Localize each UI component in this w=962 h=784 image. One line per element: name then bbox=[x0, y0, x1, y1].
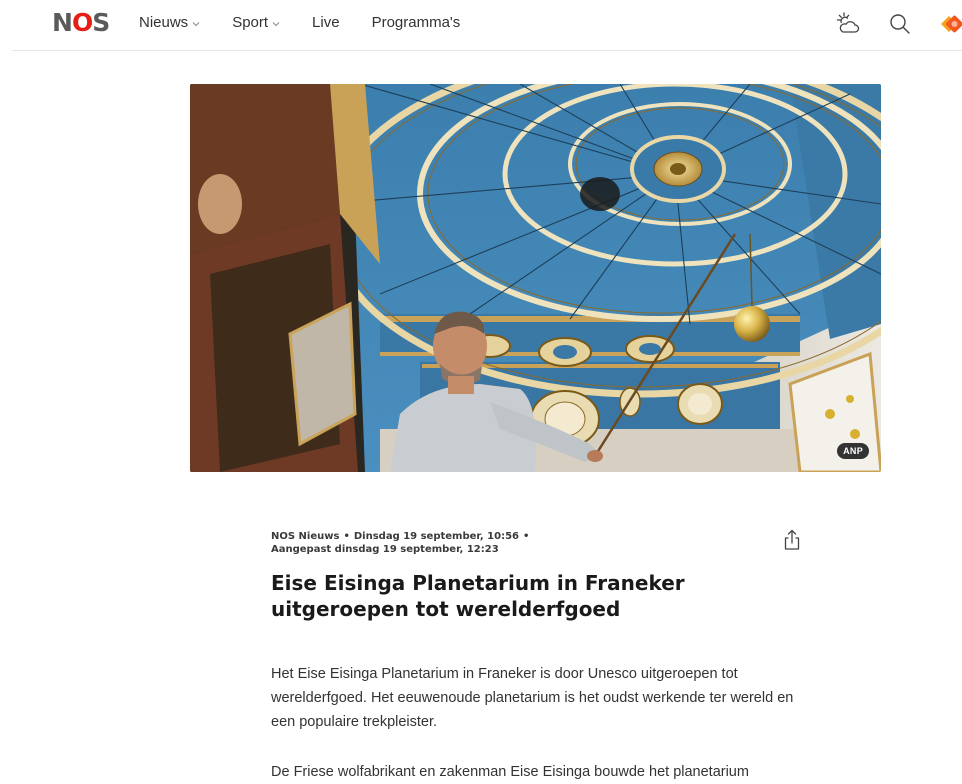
article-source[interactable]: NOS Nieuws bbox=[271, 531, 339, 542]
site-header: NOS Nieuws Sport Live Programma's bbox=[12, 0, 962, 51]
chevron-down-icon bbox=[272, 22, 280, 27]
article-paragraph: Het Eise Eisinga Planetarium in Franeker… bbox=[271, 666, 794, 730]
article-date: Dinsdag 19 september, 10:56 bbox=[353, 531, 519, 542]
article-updated: Aangepast dinsdag 19 september, 12:23 bbox=[271, 544, 499, 555]
npo-start-icon bbox=[941, 15, 962, 33]
article-paragraph: De Friese wolfabrikant en zakenman Eise … bbox=[271, 764, 749, 780]
nos-logo[interactable]: NOS bbox=[52, 9, 110, 37]
article: NOS Nieuws • Dinsdag 19 september, 10:56 • … bbox=[271, 528, 811, 784]
article-meta: NOS Nieuws • Dinsdag 19 september, 10:56 • … bbox=[271, 530, 811, 556]
planetarium-photo bbox=[190, 84, 881, 472]
weather-icon bbox=[836, 12, 860, 33]
chevron-down-icon bbox=[192, 22, 200, 27]
main-nav: Nieuws Sport Live Programma's bbox=[139, 14, 492, 32]
weather-button[interactable] bbox=[834, 10, 862, 38]
nav-item-label: Nieuws bbox=[139, 14, 189, 31]
npo-start-button[interactable] bbox=[938, 10, 962, 38]
search-icon bbox=[890, 14, 910, 34]
header-icons bbox=[834, 10, 962, 38]
hero-image[interactable]: ANP bbox=[190, 84, 881, 472]
nav-item-label: Sport bbox=[232, 14, 269, 31]
article-title: Eise Eisinga Planetarium in Franeker uit… bbox=[271, 571, 685, 621]
nav-item-nieuws[interactable]: Nieuws bbox=[139, 14, 200, 32]
nav-item-live[interactable]: Live bbox=[312, 14, 340, 32]
meta-line-1: NOS Nieuws • Dinsdag 19 september, 10:56 • bbox=[271, 531, 530, 542]
nav-item-label: Live bbox=[312, 14, 340, 31]
nav-item-programmas[interactable]: Programma's bbox=[372, 14, 461, 32]
photo-credit-badge: ANP bbox=[837, 443, 869, 459]
share-icon bbox=[784, 529, 800, 550]
search-button[interactable] bbox=[886, 10, 914, 38]
share-button[interactable] bbox=[780, 528, 804, 552]
nav-item-label: Programma's bbox=[371, 14, 461, 31]
nav-item-sport[interactable]: Sport bbox=[232, 14, 280, 32]
